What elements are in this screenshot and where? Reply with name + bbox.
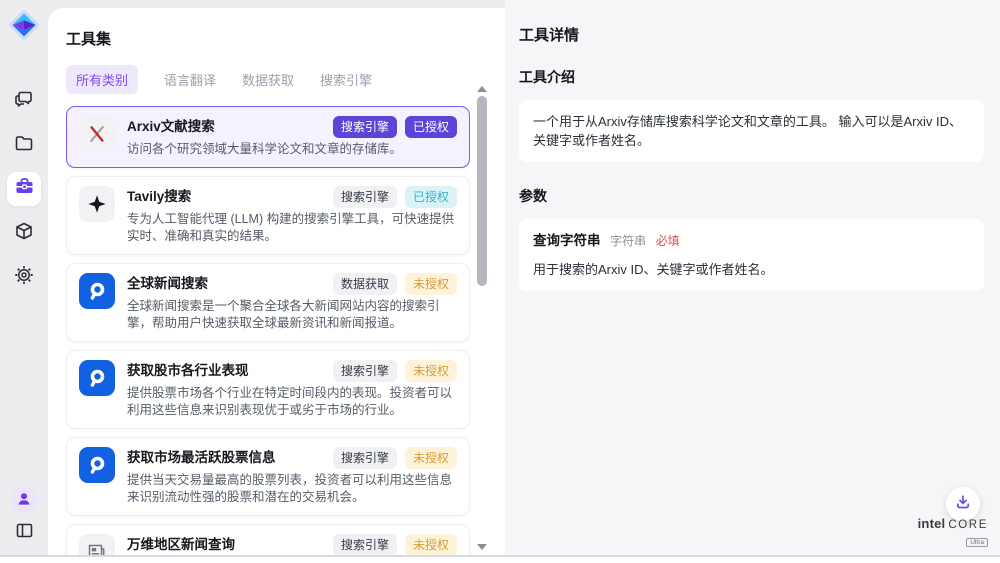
tool-name: 获取股市各行业表现 (127, 360, 333, 379)
scroll-down-arrow-icon[interactable] (477, 544, 487, 550)
param-header: 查询字符串 字符串 必填 (533, 231, 970, 251)
tool-list-panel: 工具集 所有类别 语言翻译 数据获取 搜索引擎 Arxiv文献搜索 搜索引擎 已 (48, 8, 505, 557)
category-badge: 搜索引擎 (333, 534, 397, 556)
list-scrollbar (476, 86, 488, 550)
juhe-icon (79, 360, 115, 396)
category-badge: 搜索引擎 (333, 360, 397, 382)
tool-desc: 全球新闻搜索是一个聚合全球各大新闻网站内容的搜索引擎，帮助用户快速获取全球最新资… (127, 298, 457, 332)
tool-desc: 提供当天交易量最高的股票列表，投资者可以利用这些信息来识别流动性强的股票和潜在的… (127, 472, 457, 506)
auth-badge: 未授权 (405, 360, 457, 382)
param-required-flag: 必填 (656, 234, 680, 248)
tool-name: 万维地区新闻查询 (127, 534, 333, 553)
auth-badge: 已授权 (405, 186, 457, 208)
ultra-badge: Ultra (966, 538, 988, 547)
download-icon (955, 494, 971, 515)
auth-badge: 未授权 (405, 273, 457, 295)
tool-card-tavily[interactable]: Tavily搜索 搜索引擎 已授权 专为人工智能代理 (LLM) 构建的搜索引擎… (66, 176, 470, 255)
folder-icon (14, 133, 34, 158)
tool-card-sector-performance[interactable]: 获取股市各行业表现 搜索引擎 未授权 提供股票市场各个行业在特定时间段内的表现。… (66, 350, 470, 429)
sidebar-rail (0, 0, 48, 555)
intel-core-logo: intelCORE Ultra (918, 516, 988, 549)
tavily-icon (79, 186, 115, 222)
sidebar-item-settings[interactable] (7, 260, 41, 294)
tool-desc: 提供股票市场各个行业在特定时间段内的表现。投资者可以利用这些信息来识别表现优于或… (127, 385, 457, 419)
tab-all-categories[interactable]: 所有类别 (66, 65, 138, 94)
arxiv-icon (79, 116, 115, 152)
tool-card-regional-news[interactable]: 万维地区新闻查询 搜索引擎 未授权 查询具体行政区划内的新闻，快速了解各地新闻动 (66, 524, 470, 557)
detail-title: 工具详情 (519, 24, 984, 45)
sidebar-bottom (0, 486, 48, 545)
tool-name: Arxiv文献搜索 (127, 116, 333, 135)
core-wordmark: CORE (948, 519, 988, 531)
category-badge: 数据获取 (333, 273, 397, 295)
settings-icon (14, 265, 34, 290)
gem-logo (7, 8, 41, 42)
sidebar-nav (0, 84, 48, 294)
auth-badge: 已授权 (405, 116, 457, 138)
param-desc: 用于搜索的Arxiv ID、关键字或作者姓名。 (533, 260, 970, 279)
juhe-icon (79, 447, 115, 483)
scrollbar-thumb[interactable] (477, 96, 487, 286)
tool-desc: 专为人工智能代理 (LLM) 构建的搜索引擎工具，可快速提供实时、准确和真实的结… (127, 211, 457, 245)
tab-search-engine[interactable]: 搜索引擎 (320, 65, 372, 94)
app-window: 工具集 所有类别 语言翻译 数据获取 搜索引擎 Arxiv文献搜索 搜索引擎 已 (0, 0, 1000, 557)
chat-icon (14, 89, 34, 114)
scroll-up-arrow-icon[interactable] (477, 86, 487, 92)
tool-name: Tavily搜索 (127, 186, 333, 205)
sidebar-item-chat[interactable] (7, 84, 41, 118)
category-badge: 搜索引擎 (333, 447, 397, 469)
tool-name: 获取市场最活跃股票信息 (127, 447, 333, 466)
panel-layout-icon[interactable] (15, 521, 34, 545)
tool-name: 全球新闻搜索 (127, 273, 333, 292)
news-icon (79, 534, 115, 557)
tool-card-global-news[interactable]: 全球新闻搜索 数据获取 未授权 全球新闻搜索是一个聚合全球各大新闻网站内容的搜索… (66, 263, 470, 342)
toolbox-icon (14, 176, 35, 202)
intro-heading: 工具介绍 (519, 67, 984, 87)
user-avatar-icon[interactable] (11, 486, 37, 512)
intel-wordmark: intel (918, 516, 946, 531)
auth-badge: 未授权 (405, 447, 457, 469)
param-type: 字符串 (610, 234, 646, 248)
sidebar-item-packages[interactable] (7, 216, 41, 250)
sidebar-item-toolbox[interactable] (7, 172, 41, 206)
tab-data-fetch[interactable]: 数据获取 (242, 65, 294, 94)
param-name: 查询字符串 (533, 233, 601, 248)
category-badge: 搜索引擎 (333, 116, 397, 138)
category-badge: 搜索引擎 (333, 186, 397, 208)
sidebar-item-files[interactable] (7, 128, 41, 162)
juhe-icon (79, 273, 115, 309)
param-card: 查询字符串 字符串 必填 用于搜索的Arxiv ID、关键字或作者姓名。 (519, 219, 984, 291)
tool-card-active-stocks[interactable]: 获取市场最活跃股票信息 搜索引擎 未授权 提供当天交易量最高的股票列表，投资者可… (66, 437, 470, 516)
tool-desc: 访问各个研究领域大量科学论文和文章的存储库。 (127, 141, 457, 158)
tool-card-arxiv[interactable]: Arxiv文献搜索 搜索引擎 已授权 访问各个研究领域大量科学论文和文章的存储库… (66, 106, 470, 168)
cube-icon (14, 221, 34, 246)
tool-detail-panel: 工具详情 工具介绍 一个用于从Arxiv存储库搜索科学论文和文章的工具。 输入可… (505, 0, 1000, 557)
auth-badge: 未授权 (405, 534, 457, 556)
tab-translation[interactable]: 语言翻译 (164, 65, 216, 94)
intro-card: 一个用于从Arxiv存储库搜索科学论文和文章的工具。 输入可以是Arxiv ID… (519, 100, 984, 162)
page-title: 工具集 (66, 28, 470, 49)
params-heading: 参数 (519, 186, 984, 206)
category-tabs: 所有类别 语言翻译 数据获取 搜索引擎 (66, 65, 470, 94)
